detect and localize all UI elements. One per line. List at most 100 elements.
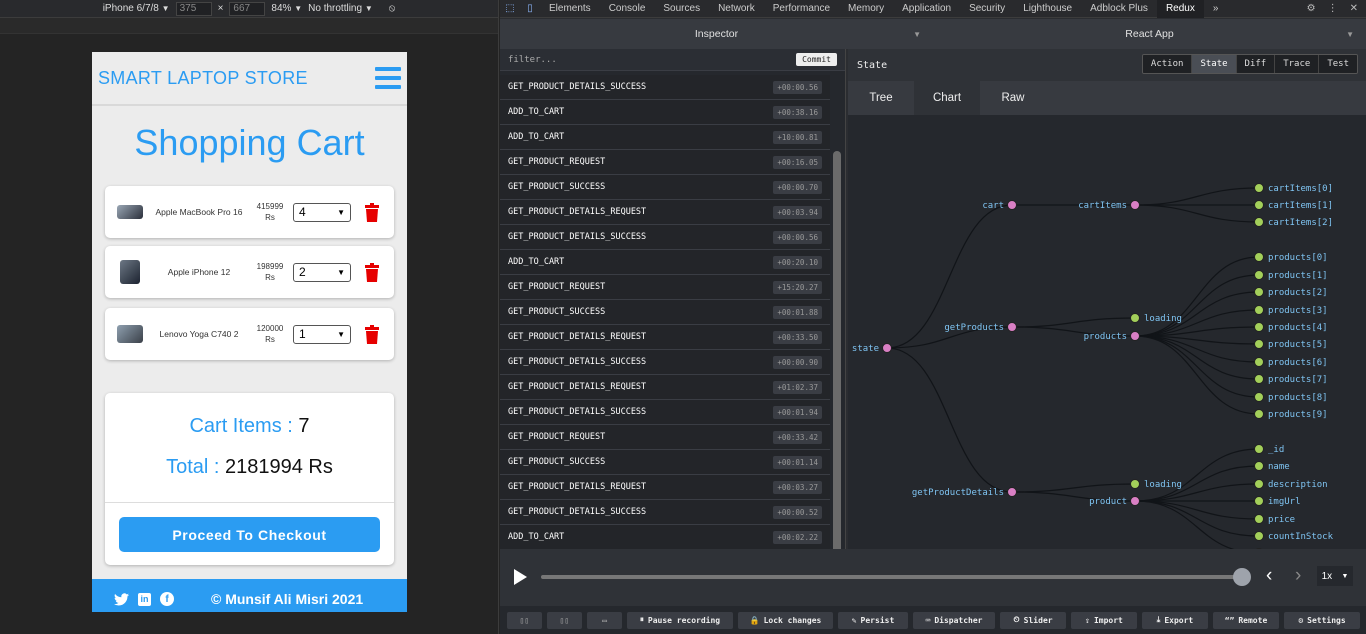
more-tabs-button[interactable]: »	[1204, 0, 1228, 18]
bottom-monitor-icon[interactable]: ▭	[587, 611, 622, 629]
quantity-select[interactable]: 4 ▼	[293, 202, 351, 222]
playback-speed-select[interactable]: 1x ▼	[1317, 566, 1353, 586]
action-time[interactable]: +00:00.70	[773, 180, 822, 194]
width-input[interactable]: 375	[175, 1, 212, 16]
product-field-leaf-node[interactable]	[1254, 479, 1264, 489]
tab-redux[interactable]: Redux	[1156, 0, 1204, 18]
tab-sources[interactable]: Sources	[654, 0, 709, 18]
product-image[interactable]	[120, 260, 140, 284]
action-time[interactable]: +00:20.10	[773, 255, 822, 269]
action-time[interactable]: +00:01.94	[773, 405, 822, 419]
settings-button[interactable]: ⚙ Settings	[1284, 611, 1360, 629]
device-toolbar-icon[interactable]: ▯	[520, 3, 540, 14]
products-node[interactable]	[1130, 331, 1140, 341]
facebook-icon[interactable]: f	[160, 592, 174, 606]
action-row[interactable]: ADD_TO_CART +00:02.22	[500, 525, 830, 550]
tab-security[interactable]: Security	[960, 0, 1014, 18]
product-leaf-node[interactable]	[1254, 287, 1264, 297]
action-row[interactable]: GET_PRODUCT_DETAILS_REQUEST +00:03.27	[500, 475, 830, 500]
action-row[interactable]: GET_PRODUCT_DETAILS_SUCCESS +00:00.90	[500, 350, 830, 375]
tree-branch-node[interactable]	[1007, 322, 1017, 332]
tab-raw[interactable]: Raw	[980, 81, 1046, 115]
tab-adblock-plus[interactable]: Adblock Plus	[1081, 0, 1157, 18]
throttle-select[interactable]: No throttling ▼	[308, 3, 373, 14]
product-leaf-node[interactable]	[1254, 374, 1264, 384]
close-icon[interactable]: ✕	[1350, 3, 1358, 14]
action-time[interactable]: +00:38.16	[773, 105, 822, 119]
product-field-leaf-node[interactable]	[1254, 444, 1264, 454]
device-select[interactable]: iPhone 6/7/8 ▼	[103, 3, 170, 14]
chevron-right-icon[interactable]: ›	[1295, 565, 1301, 587]
trash-icon[interactable]	[364, 324, 380, 344]
tab-lighthouse[interactable]: Lighthouse	[1014, 0, 1081, 18]
inspect-element-icon[interactable]: ⬚	[500, 3, 520, 14]
export-button[interactable]: ⤓ Export	[1142, 611, 1208, 629]
action-row[interactable]: GET_PRODUCT_REQUEST +00:16.05	[500, 150, 830, 175]
dispatcher-button[interactable]: ⌨ Dispatcher	[913, 611, 995, 629]
state-mode-button[interactable]: State	[1192, 55, 1237, 73]
tab-chart[interactable]: Chart	[914, 81, 980, 115]
tab-network[interactable]: Network	[709, 0, 764, 18]
action-time[interactable]: +10:00.81	[773, 130, 822, 144]
monitor-select[interactable]: Inspector ▼	[500, 19, 933, 49]
action-row[interactable]: ADD_TO_CART +00:20.10	[500, 250, 830, 275]
action-mode-button[interactable]: Action	[1142, 55, 1193, 73]
action-time[interactable]: +01:02.37	[773, 380, 822, 394]
action-row[interactable]: GET_PRODUCT_SUCCESS +00:01.14	[500, 450, 830, 475]
instance-select[interactable]: React App ▼	[933, 19, 1366, 49]
action-row[interactable]: GET_PRODUCT_DETAILS_SUCCESS +00:00.52	[500, 500, 830, 525]
slider-button[interactable]: ⏲ Slider	[1000, 611, 1066, 629]
action-time[interactable]: +00:03.94	[773, 205, 822, 219]
product-leaf-node[interactable]	[1254, 305, 1264, 315]
tab-tree[interactable]: Tree	[848, 81, 914, 115]
action-time[interactable]: +00:00.52	[773, 505, 822, 519]
tab-memory[interactable]: Memory	[839, 0, 893, 18]
right-monitor-icon[interactable]: ▯▯	[547, 611, 582, 629]
action-row[interactable]: GET_PRODUCT_SUCCESS +00:01.88	[500, 300, 830, 325]
product-field-leaf-node[interactable]	[1254, 461, 1264, 471]
action-row[interactable]: ADD_TO_CART +10:00.81	[500, 125, 830, 150]
product-name[interactable]: Apple MacBook Pro 16	[149, 207, 249, 217]
scrollbar[interactable]	[833, 151, 841, 583]
action-row[interactable]: GET_PRODUCT_DETAILS_SUCCESS +00:00.56	[500, 75, 830, 100]
product-leaf-node[interactable]	[1254, 252, 1264, 262]
details-loading-node[interactable]	[1130, 479, 1140, 489]
action-time[interactable]: +00:01.88	[773, 305, 822, 319]
linkedin-icon[interactable]: in	[138, 592, 151, 606]
action-time[interactable]: +00:03.27	[773, 480, 822, 494]
trace-mode-button[interactable]: Trace	[1275, 55, 1320, 73]
checkout-button[interactable]: Proceed To Checkout	[119, 517, 380, 552]
tab-elements[interactable]: Elements	[540, 0, 600, 18]
test-mode-button[interactable]: Test	[1319, 55, 1357, 73]
cart-item-leaf-node[interactable]	[1254, 183, 1264, 193]
tree-branch-node[interactable]	[1007, 200, 1017, 210]
product-node[interactable]	[1130, 496, 1140, 506]
product-leaf-node[interactable]	[1254, 392, 1264, 402]
slider-thumb[interactable]	[1233, 568, 1251, 586]
tab-application[interactable]: Application	[893, 0, 960, 18]
commit-button[interactable]: Commit	[796, 53, 837, 66]
quantity-select[interactable]: 2 ▼	[293, 262, 351, 282]
action-row[interactable]: GET_PRODUCT_REQUEST +15:20.27	[500, 275, 830, 300]
product-leaf-node[interactable]	[1254, 339, 1264, 349]
remote-button[interactable]: “” Remote	[1213, 611, 1279, 629]
action-row[interactable]: GET_PRODUCT_SUCCESS +00:00.70	[500, 175, 830, 200]
action-time[interactable]: +00:33.42	[773, 430, 822, 444]
action-row[interactable]: GET_PRODUCT_DETAILS_SUCCESS +00:00.56	[500, 225, 830, 250]
product-leaf-node[interactable]	[1254, 357, 1264, 367]
filter-input[interactable]: filter...	[508, 55, 796, 65]
tab-performance[interactable]: Performance	[764, 0, 839, 18]
product-name[interactable]: Lenovo Yoga C740 2	[149, 329, 249, 339]
trash-icon[interactable]	[364, 202, 380, 222]
store-title[interactable]: SMART LAPTOP STORE	[98, 68, 308, 89]
rotate-icon[interactable]: ⦸	[389, 3, 396, 14]
action-time[interactable]: +00:16.05	[773, 155, 822, 169]
play-icon[interactable]	[514, 569, 527, 585]
cartitems-node[interactable]	[1130, 200, 1140, 210]
action-time[interactable]: +00:01.14	[773, 455, 822, 469]
kebab-menu-icon[interactable]: ⋮	[1328, 3, 1338, 14]
pause-recording-button[interactable]: ⏸ Pause recording	[627, 611, 733, 629]
menu-icon[interactable]	[375, 67, 401, 89]
diff-mode-button[interactable]: Diff	[1236, 55, 1276, 73]
product-field-leaf-node[interactable]	[1254, 531, 1264, 541]
